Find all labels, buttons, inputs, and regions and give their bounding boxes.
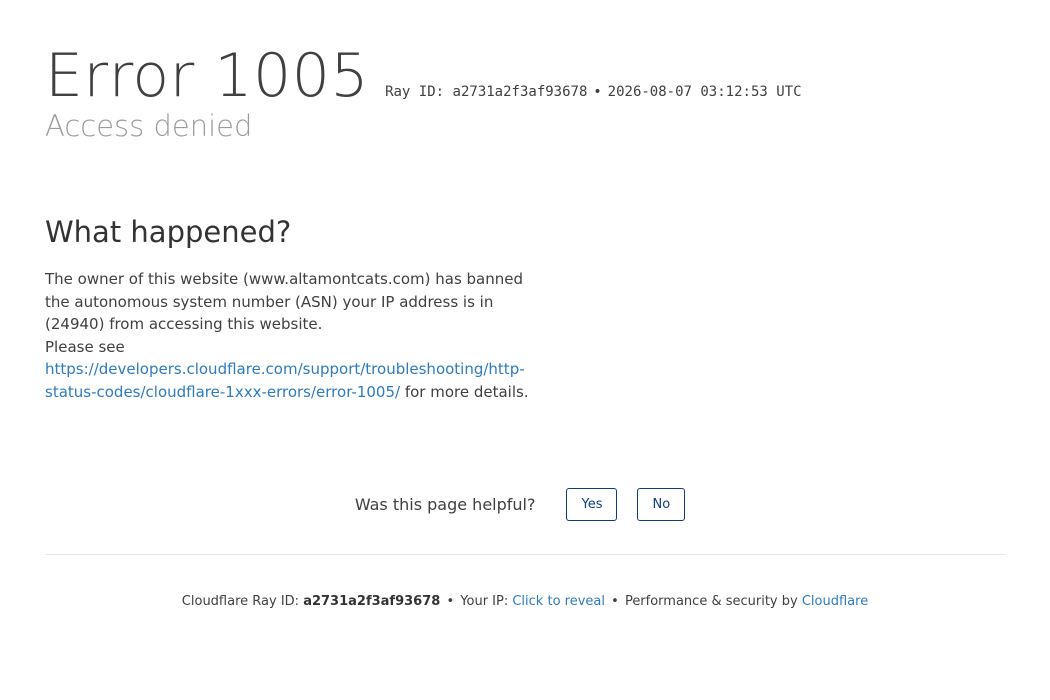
what-happened-heading: What happened?: [45, 215, 292, 249]
title-row: Error 1005 Ray ID: a2731a2f3af93678 • 2026…: [45, 40, 1005, 112]
footer-perf-label: Performance & security by: [624, 594, 798, 609]
more-details-text: for more details.: [400, 382, 529, 401]
feedback-yes-button[interactable]: Yes: [566, 488, 618, 521]
footer-ray-label: Cloudflare Ray ID:: [181, 594, 300, 609]
footer-separator: •: [446, 594, 455, 609]
error-timestamp: 2026-08-07 03:12:53 UTC: [607, 84, 802, 100]
footer-ray-id: a2731a2f3af93678: [303, 594, 441, 609]
ray-id-label: Ray ID:: [385, 84, 445, 100]
error-code-title: Error 1005: [45, 41, 370, 111]
please-see-text: Please see: [45, 337, 125, 356]
cloudflare-link[interactable]: Cloudflare: [802, 594, 868, 609]
reveal-ip-link[interactable]: Click to reveal: [512, 594, 605, 609]
error-page: Error 1005 Ray ID: a2731a2f3af93678 • 2026…: [0, 0, 1050, 700]
ban-explanation: The owner of this website (www.altamontc…: [45, 270, 524, 333]
feedback-question: Was this page helpful?: [354, 495, 536, 514]
what-happened-section: What happened? The owner of this website…: [45, 210, 535, 403]
footer-separator: •: [611, 594, 619, 609]
separator-dot: •: [593, 84, 602, 100]
error-subtitle: Access denied: [45, 109, 253, 143]
footer: Cloudflare Ray ID: a2731a2f3af93678 • Yo…: [0, 594, 1050, 609]
what-happened-body: The owner of this website (www.altamontc…: [45, 268, 535, 403]
ray-info: Ray ID: a2731a2f3af93678 • 2026-08-07 03:1…: [385, 84, 801, 100]
feedback-no-button[interactable]: No: [637, 488, 686, 521]
footer-divider: [45, 554, 1005, 555]
ray-id-value: a2731a2f3af93678: [452, 84, 588, 100]
footer-ip-label: Your IP:: [460, 594, 509, 609]
error-header: Error 1005 Ray ID: a2731a2f3af93678 • 2026…: [45, 40, 1005, 146]
feedback-bar: Was this page helpful? Yes No: [0, 488, 1050, 521]
